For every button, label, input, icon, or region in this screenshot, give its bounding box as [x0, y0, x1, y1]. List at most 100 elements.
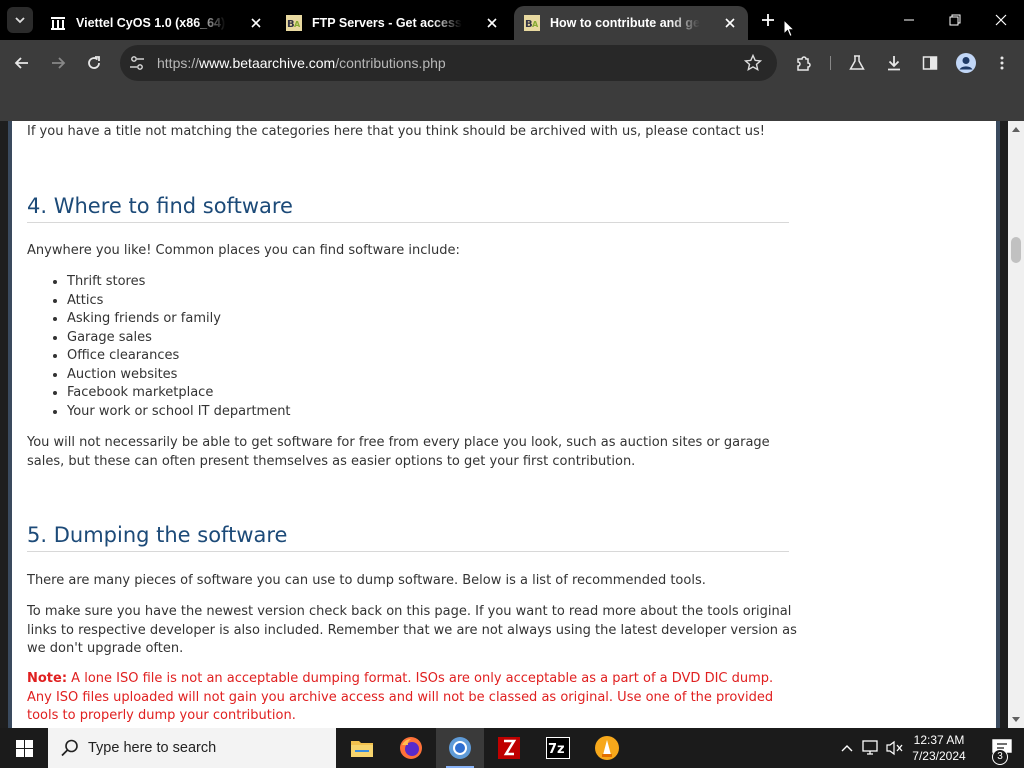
- intro-paragraph: If you have a title not matching the cat…: [27, 124, 765, 139]
- close-icon[interactable]: [722, 15, 738, 31]
- notification-count: 3: [992, 749, 1008, 765]
- svg-text:A: A: [294, 20, 301, 29]
- network-tray-button[interactable]: [859, 728, 883, 768]
- caret-down-icon: [1012, 717, 1020, 722]
- section-5-paragraph-2: To make sure you have the newest version…: [27, 604, 797, 656]
- network-icon: [862, 740, 878, 755]
- page-viewport: If you have a title not matching the cat…: [0, 121, 1008, 728]
- taskbar-chrome[interactable]: [436, 728, 484, 768]
- iso-warning-note: Note: A lone ISO file is not an acceptab…: [27, 670, 797, 726]
- svg-text:7z: 7z: [548, 742, 565, 757]
- show-hidden-icons-button[interactable]: [836, 728, 858, 768]
- tab-strip: Viettel CyOS 1.0 (x86_64) : Viettel BA F…: [0, 0, 1024, 40]
- software-sources-list: Thrift stores Attics Asking friends or f…: [49, 273, 291, 421]
- taskbar-search-box[interactable]: Type here to search: [48, 728, 336, 768]
- tab-search-button[interactable]: [7, 7, 33, 33]
- betaarchive-icon: BA: [524, 15, 540, 31]
- restore-icon: [949, 14, 961, 26]
- url-host: www.betaarchive.com: [199, 55, 336, 71]
- list-item: Facebook marketplace: [67, 384, 291, 403]
- bookmark-star-icon[interactable]: [743, 53, 763, 76]
- reload-button[interactable]: [79, 48, 109, 78]
- tab-viettel[interactable]: Viettel CyOS 1.0 (x86_64) : Viettel: [40, 6, 274, 40]
- tab-ftp-servers[interactable]: BA FTP Servers - Get access to the: [276, 6, 510, 40]
- list-item: Attics: [67, 292, 291, 311]
- list-item: Your work or school IT department: [67, 403, 291, 422]
- mouse-cursor-icon: [783, 18, 796, 42]
- taskbar-7zip[interactable]: 7z: [534, 728, 582, 768]
- windows-logo-icon: [15, 739, 33, 757]
- search-icon: [60, 738, 80, 762]
- page-border: [8, 121, 12, 728]
- restore-button[interactable]: [932, 0, 978, 40]
- download-icon: [888, 56, 900, 71]
- section-4-lead: Anywhere you like! Common places you can…: [27, 243, 460, 258]
- list-item: Auction websites: [67, 366, 291, 385]
- search-placeholder: Type here to search: [88, 740, 217, 756]
- side-panel-button[interactable]: [915, 48, 945, 78]
- url-path: /contributions.php: [335, 55, 446, 71]
- volume-tray-button[interactable]: [883, 728, 907, 768]
- scroll-down-button[interactable]: [1008, 712, 1024, 728]
- arrow-left-icon: [14, 57, 28, 69]
- speaker-muted-icon: [886, 740, 903, 756]
- folder-icon: [351, 741, 373, 757]
- page-scrollbar[interactable]: [1008, 121, 1024, 728]
- windows-taskbar: Type here to search 7z 12:37 AM 7/23/202…: [0, 728, 1024, 768]
- menu-button[interactable]: [987, 48, 1017, 78]
- note-label: Note:: [27, 671, 68, 686]
- taskbar-file-explorer[interactable]: [338, 728, 386, 768]
- tab-title: Viettel CyOS 1.0 (x86_64) : Viettel: [76, 16, 226, 30]
- bookmarks-bar: [0, 86, 1024, 121]
- taskbar-vlc[interactable]: [583, 728, 631, 768]
- taskbar-filezilla[interactable]: [485, 728, 533, 768]
- new-tab-button[interactable]: [757, 9, 779, 31]
- minimize-button[interactable]: [886, 0, 932, 40]
- section-5-paragraph-1: There are many pieces of software you ca…: [27, 573, 706, 588]
- profile-button[interactable]: [951, 48, 981, 78]
- list-item: Office clearances: [67, 347, 291, 366]
- chevron-up-icon: [841, 745, 853, 752]
- caret-up-icon: [1012, 127, 1020, 132]
- betaarchive-icon: BA: [286, 15, 302, 31]
- flask-icon: [849, 55, 865, 70]
- labs-button[interactable]: [842, 48, 872, 78]
- section-5-heading: 5. Dumping the software: [27, 525, 789, 552]
- browser-toolbar: https://www.betaarchive.com/contribution…: [0, 40, 1024, 86]
- tab-title: How to contribute and get access: [550, 16, 700, 30]
- forward-button[interactable]: [43, 48, 73, 78]
- section-4-outro: You will not necessarily be able to get …: [27, 435, 770, 469]
- close-icon: [995, 14, 1007, 26]
- address-bar[interactable]: https://www.betaarchive.com/contribution…: [120, 45, 777, 81]
- scrollbar-thumb[interactable]: [1011, 237, 1021, 263]
- list-item: Garage sales: [67, 329, 291, 348]
- notification-count-badge: 3: [992, 744, 1008, 765]
- chrome-icon: [449, 737, 471, 759]
- site-settings-icon[interactable]: [128, 54, 146, 76]
- url-scheme: https://: [157, 55, 200, 71]
- close-icon[interactable]: [484, 15, 500, 31]
- minimize-icon: [904, 19, 914, 21]
- tab-how-to-contribute[interactable]: BA How to contribute and get access: [514, 6, 748, 40]
- avatar-icon: [956, 53, 976, 73]
- svg-text:A: A: [532, 20, 539, 29]
- clock-time: 12:37 AM: [913, 733, 965, 747]
- list-item: Thrift stores: [67, 273, 291, 292]
- start-button[interactable]: [0, 728, 48, 768]
- taskbar-firefox[interactable]: [387, 728, 435, 768]
- toolbar-divider: [830, 56, 831, 70]
- taskbar-clock[interactable]: 12:37 AM 7/23/2024: [906, 732, 972, 764]
- note-text: A lone ISO file is not an acceptable dum…: [27, 671, 774, 723]
- vlc-icon: [595, 736, 619, 760]
- close-window-button[interactable]: [978, 0, 1024, 40]
- filezilla-icon: [498, 737, 520, 759]
- puzzle-icon: [797, 56, 811, 71]
- more-vert-icon: [1000, 56, 1004, 70]
- 7zip-icon: 7z: [546, 737, 570, 759]
- close-icon[interactable]: [248, 15, 264, 31]
- downloads-button[interactable]: [879, 48, 909, 78]
- clock-date: 7/23/2024: [912, 749, 966, 763]
- scroll-up-button[interactable]: [1008, 121, 1024, 137]
- back-button[interactable]: [7, 48, 37, 78]
- extensions-button[interactable]: [789, 48, 819, 78]
